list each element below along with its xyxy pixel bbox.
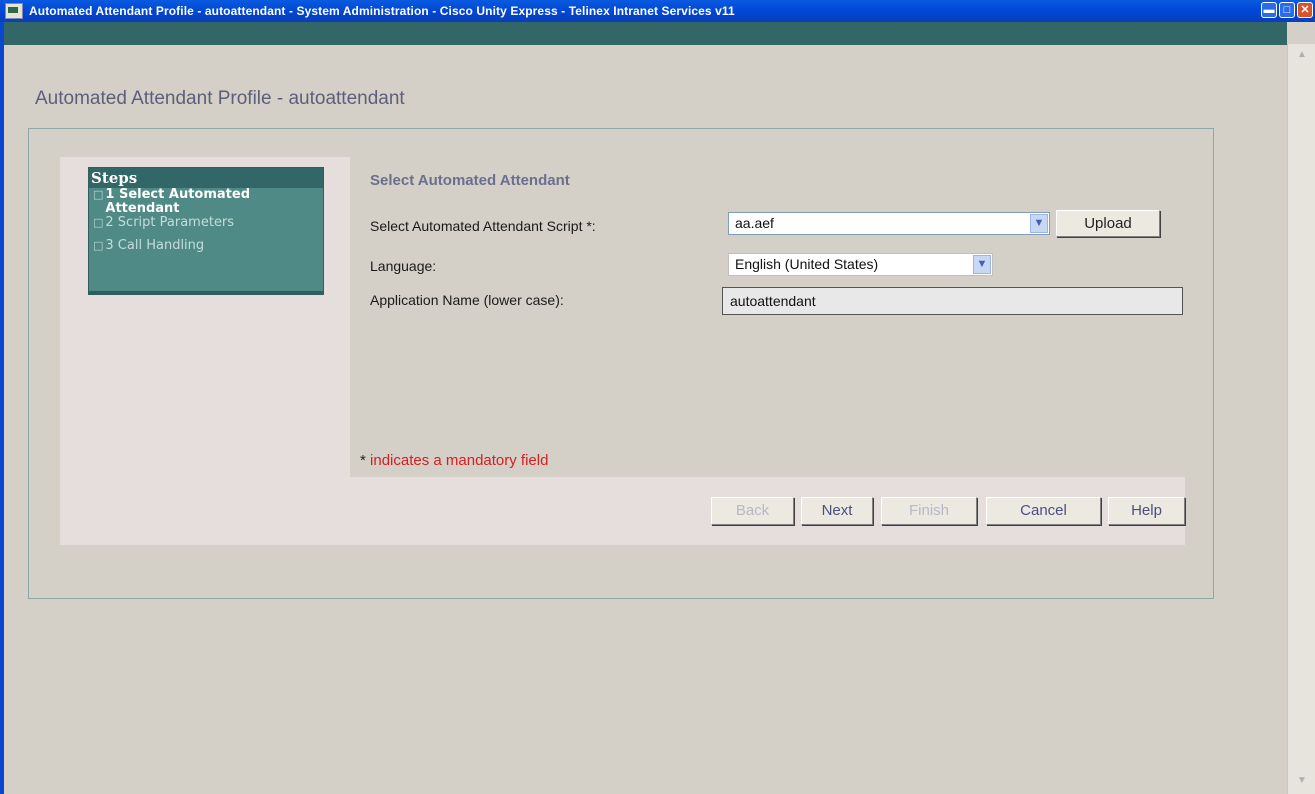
language-select[interactable]: English (United States) ▼ <box>728 253 993 276</box>
step-box-icon: □ <box>93 216 104 229</box>
language-label: Language: <box>370 258 437 274</box>
upload-button[interactable]: Upload <box>1056 210 1160 237</box>
steps-footer-line <box>89 291 323 294</box>
wizard-content <box>350 157 1185 477</box>
chevron-down-icon[interactable]: ▼ <box>1030 214 1048 233</box>
window-controls: ▬ □ ✕ <box>1261 2 1313 18</box>
step-call-handling[interactable]: □ 3 Call Handling <box>89 239 323 253</box>
scroll-up-icon[interactable]: ▲ <box>1294 48 1310 62</box>
steps-heading: Steps <box>89 168 323 188</box>
step-label: 3 Call Handling <box>105 238 205 253</box>
page-title: Automated Attendant Profile - autoattend… <box>35 88 405 109</box>
mandatory-note: * indicates a mandatory field <box>360 452 548 469</box>
maximize-button[interactable]: □ <box>1279 2 1295 18</box>
script-select-value: aa.aef <box>735 215 774 231</box>
step-box-icon: □ <box>93 239 104 252</box>
app-name-label: Application Name (lower case): <box>370 292 564 308</box>
section-title: Select Automated Attendant <box>370 172 570 189</box>
cancel-button[interactable]: Cancel <box>986 497 1101 525</box>
steps-panel: Steps □ 1 Select Automated Attendant □ 2… <box>88 167 324 295</box>
step-label: 2 Script Parameters <box>105 215 235 230</box>
language-select-value: English (United States) <box>735 256 879 272</box>
minimize-button[interactable]: ▬ <box>1261 2 1277 18</box>
step-label: 1 Select Automated Attendant <box>105 187 250 216</box>
help-button[interactable]: Help <box>1108 497 1185 525</box>
mandatory-star: * <box>360 452 366 469</box>
script-select[interactable]: aa.aef ▼ <box>728 212 1050 235</box>
app-name-field[interactable]: autoattendant <box>722 287 1183 315</box>
header-bar <box>4 22 1287 45</box>
step-select-automated-attendant[interactable]: □ 1 Select Automated Attendant <box>89 188 323 216</box>
step-script-parameters[interactable]: □ 2 Script Parameters <box>89 216 323 230</box>
window-title-bar[interactable]: Automated Attendant Profile - autoattend… <box>0 0 1315 22</box>
back-button[interactable]: Back <box>711 497 794 525</box>
close-button[interactable]: ✕ <box>1297 2 1313 18</box>
scroll-down-icon[interactable]: ▼ <box>1294 774 1310 788</box>
chevron-down-icon[interactable]: ▼ <box>973 255 991 274</box>
window-title: Automated Attendant Profile - autoattend… <box>29 4 735 18</box>
browser-window-icon <box>5 3 23 19</box>
finish-button[interactable]: Finish <box>881 497 977 525</box>
mandatory-text: indicates a mandatory field <box>370 452 549 469</box>
next-button[interactable]: Next <box>801 497 873 525</box>
step-box-icon: □ <box>93 188 104 201</box>
script-label: Select Automated Attendant Script *: <box>370 218 596 234</box>
window-frame-left <box>0 22 4 794</box>
vertical-scrollbar[interactable]: ▲ ▼ <box>1287 44 1315 794</box>
